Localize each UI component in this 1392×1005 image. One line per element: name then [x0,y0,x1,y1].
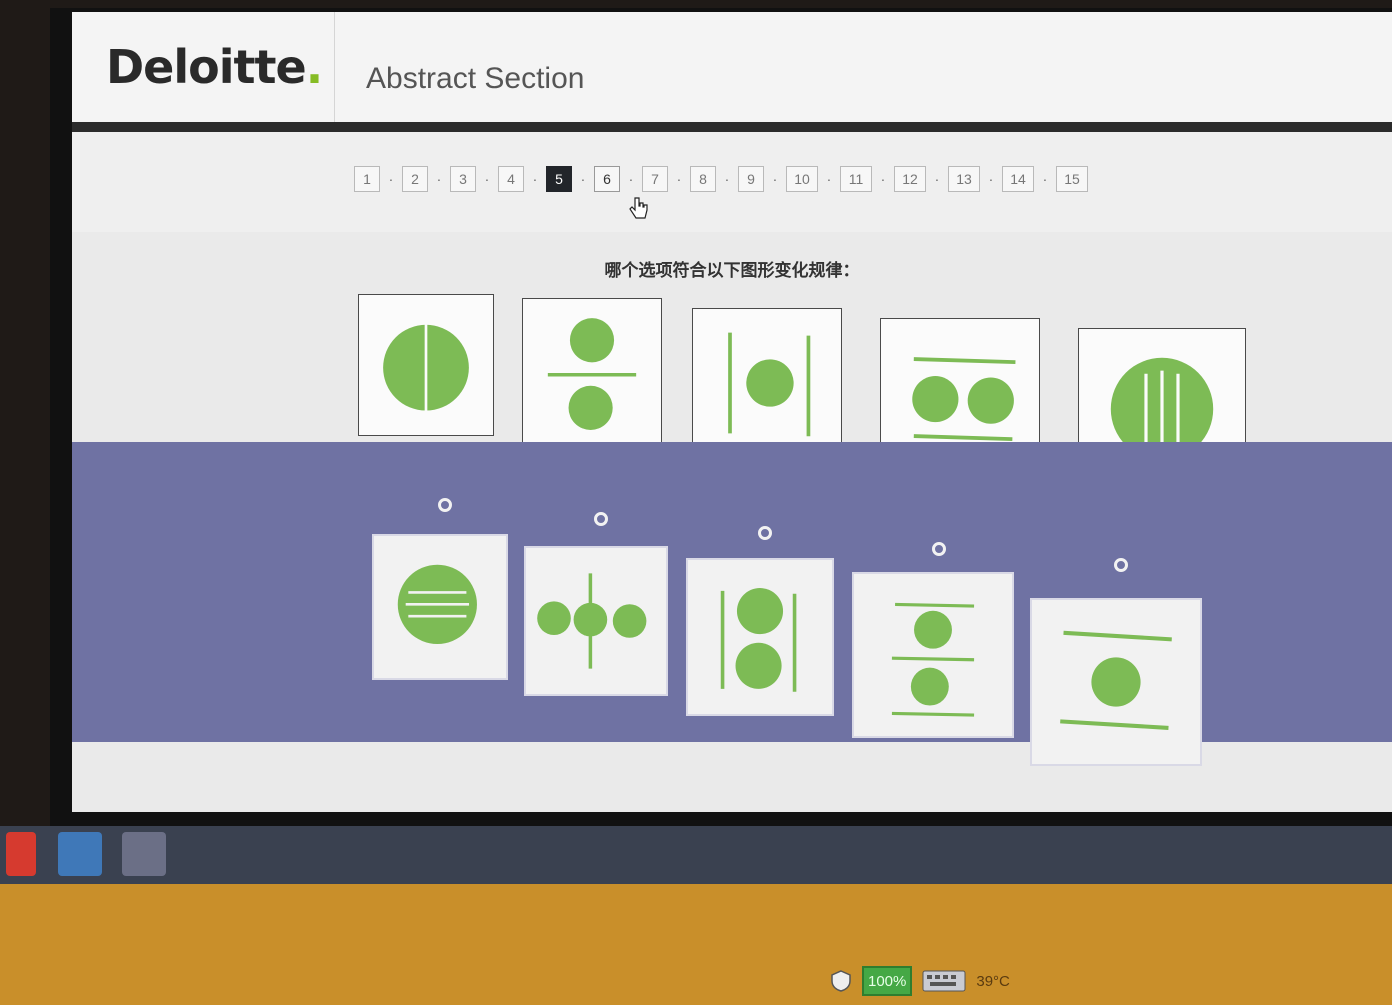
section-title: Abstract Section [366,62,585,95]
page-button-15[interactable]: 15 [1056,166,1088,192]
page-button-11[interactable]: 11 [840,166,872,192]
page-separator: · [628,171,634,187]
laptop-bezel [0,884,1392,1005]
two-stacked-circles-between-vertical-lines-icon [720,588,797,692]
option-radio-a[interactable] [438,498,452,512]
browser-app-icon[interactable] [58,832,102,876]
logo: Deloitte. [106,40,323,94]
page-separator: · [580,171,586,187]
keyboard-icon[interactable] [922,968,966,994]
page-button-9[interactable]: 9 [738,166,764,192]
temperature-readout: 39°C [976,972,1010,990]
page-button-3[interactable]: 3 [450,166,476,192]
sequence-item-1 [358,294,494,436]
two-circles-with-three-horizontal-lines-icon [891,602,975,717]
option-card-d[interactable] [852,572,1014,738]
option-radio-b[interactable] [594,512,608,526]
page-separator: · [436,171,442,187]
test-page: Deloitte. Abstract Section 1 · 2 · 3 · 4… [72,12,1392,812]
page-separator: · [724,171,730,187]
page-separator: · [1042,171,1048,187]
taskbar [0,826,1392,884]
page-button-6[interactable]: 6 [594,166,620,192]
two-circles-stacked-divider-icon [547,318,637,430]
page-separator: · [484,171,490,187]
header: Deloitte. Abstract Section [72,12,1392,132]
question-pager: 1 · 2 · 3 · 4 · 5 · 6 · 7 · 8 · 9 · 10 ·… [354,166,1088,192]
sequence-item-2 [522,298,662,446]
page-separator: · [388,171,394,187]
option-radio-c[interactable] [758,526,772,540]
page-button-8[interactable]: 8 [690,166,716,192]
option-card-c[interactable] [686,558,834,716]
page-separator: · [532,171,538,187]
page-separator: · [988,171,994,187]
circle-split-vertical-icon [383,322,469,414]
page-button-7[interactable]: 7 [642,166,668,192]
question-text: 哪个选项符合以下图形变化规律： [604,261,860,281]
page-button-10[interactable]: 10 [786,166,818,192]
page-button-4[interactable]: 4 [498,166,524,192]
option-card-b[interactable] [524,546,668,696]
hand-cursor-icon [629,197,648,219]
page-separator: · [676,171,682,187]
page-button-13[interactable]: 13 [948,166,980,192]
page-separator: · [772,171,778,187]
battery-indicator[interactable]: 100% [862,966,913,996]
netease-music-app-icon[interactable] [6,832,36,876]
three-circles-on-vertical-line-icon [537,573,647,669]
monitor-screen: Deloitte. Abstract Section 1 · 2 · 3 · 4… [50,8,1392,838]
page-separator: · [880,171,886,187]
page-button-12[interactable]: 12 [894,166,926,192]
page-button-2[interactable]: 2 [402,166,428,192]
page-separator: · [826,171,832,187]
page-button-14[interactable]: 14 [1002,166,1034,192]
game-app-icon[interactable] [122,832,166,876]
circle-between-vertical-lines-icon [728,332,811,437]
page-separator: · [934,171,940,187]
option-radio-e[interactable] [1114,558,1128,572]
circle-between-horizontal-lines-icon [1060,630,1172,730]
circle-with-three-horizontal-lines-icon [397,564,477,644]
option-card-a[interactable] [372,534,508,680]
system-tray: 100% 39°C [830,966,1010,996]
sequence-item-3 [692,308,842,458]
option-radio-d[interactable] [932,542,946,556]
option-card-e[interactable] [1030,598,1202,766]
header-divider [334,12,335,122]
page-button-5-active[interactable]: 5 [546,166,572,192]
page-button-1[interactable]: 1 [354,166,380,192]
shield-icon[interactable] [830,969,852,993]
